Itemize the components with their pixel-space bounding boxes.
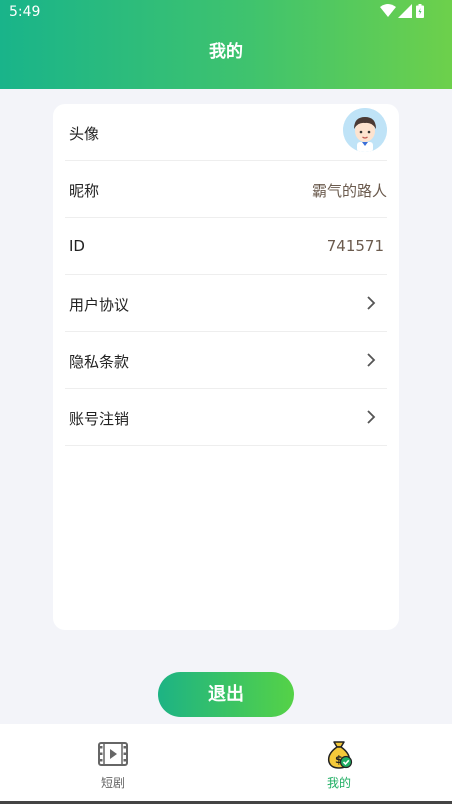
row-label-id: ID (69, 237, 85, 255)
page-title: 我的 (209, 42, 243, 62)
id-value: 741571 (326, 237, 384, 255)
status-bar: 5:49 (0, 0, 452, 24)
avatar[interactable] (343, 108, 387, 152)
row-label-avatar: 头像 (69, 125, 100, 143)
id-row: ID 741571 (65, 218, 387, 275)
privacy-policy-row[interactable]: 隐私条款 (65, 332, 387, 389)
row-label-user-agreement: 用户协议 (69, 296, 130, 314)
tab-label-mine: 我的 (326, 776, 351, 790)
delete-account-row[interactable]: 账号注销 (65, 389, 387, 446)
tab-label-short-drama: 短剧 (100, 776, 125, 790)
money-bag-icon: $ (327, 741, 353, 769)
chevron-right-icon (367, 296, 376, 310)
profile-card: 头像 昵称 霸气的路人 ID 741571 用户协议 隐私条款 账号注销 (53, 104, 399, 630)
status-time: 5:49 (9, 4, 41, 20)
row-label-delete-account: 账号注销 (69, 410, 130, 428)
status-icons (380, 4, 428, 20)
nickname-value: 霸气的路人 (311, 182, 387, 200)
tab-short-drama[interactable]: 短剧 (0, 724, 226, 804)
chevron-right-icon (367, 410, 376, 424)
avatar-row[interactable]: 头像 (65, 104, 387, 161)
tab-mine[interactable]: $ 我的 (226, 724, 452, 804)
battery-icon (416, 4, 424, 18)
user-agreement-row[interactable]: 用户协议 (65, 275, 387, 332)
row-label-nickname: 昵称 (69, 182, 100, 200)
nickname-row[interactable]: 昵称 霸气的路人 (65, 161, 387, 218)
avatar-illustration-icon (343, 108, 387, 152)
row-label-privacy-policy: 隐私条款 (69, 353, 130, 371)
bottom-tab-bar: 短剧 $ 我的 (0, 724, 452, 804)
wifi-icon (380, 4, 396, 17)
signal-icon (398, 4, 412, 18)
film-icon (98, 742, 128, 766)
header-bar: 5:49 我的 (0, 0, 452, 89)
chevron-right-icon (367, 353, 376, 367)
logout-button[interactable]: 退出 (158, 672, 294, 717)
